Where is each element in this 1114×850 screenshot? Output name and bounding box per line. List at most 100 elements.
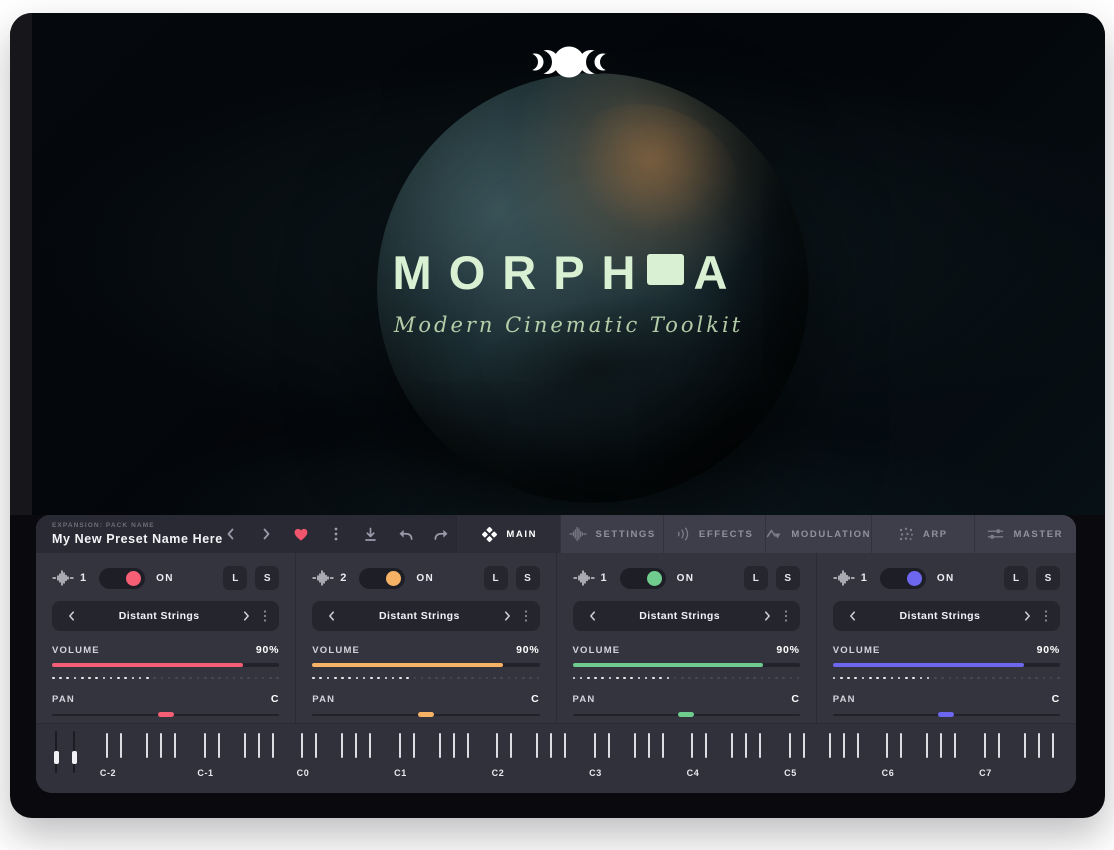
preset-name: My New Preset Name Here (52, 532, 223, 546)
key-tick (272, 733, 274, 758)
channel-strip-3: 1 ON L S Distant Strings VOLUME90% (556, 553, 816, 723)
tab-master[interactable]: MASTER (974, 515, 1076, 553)
key-range-low-slider[interactable] (55, 731, 57, 773)
listen-button[interactable]: L (484, 566, 508, 590)
pan-handle[interactable] (418, 712, 434, 717)
octave-label: C6 (882, 768, 895, 778)
volume-value: 90% (1037, 644, 1060, 656)
key-tick (160, 733, 162, 758)
octave-group: C1 (393, 724, 490, 793)
volume-slider[interactable] (312, 663, 539, 667)
listen-button[interactable]: L (1004, 566, 1028, 590)
preset-menu-icon[interactable] (260, 609, 270, 623)
pan-slider[interactable] (52, 714, 279, 717)
kebab-menu-icon[interactable] (328, 526, 344, 542)
key-tick (634, 733, 636, 758)
volume-slider[interactable] (833, 663, 1060, 667)
channel-header: 1 ON L S (573, 566, 800, 590)
preset-next-icon[interactable] (1019, 608, 1035, 624)
pan-slider[interactable] (833, 714, 1060, 717)
redo-icon[interactable] (433, 526, 449, 542)
key-tick (705, 733, 707, 758)
listen-solo-group: L S (484, 566, 540, 590)
preset-menu-icon[interactable] (781, 609, 791, 623)
volume-label: VOLUME (833, 645, 881, 656)
preset-next-icon[interactable] (238, 608, 254, 624)
preset-next-icon[interactable] (499, 608, 515, 624)
level-meter (573, 677, 800, 680)
channel-preset-selector[interactable]: Distant Strings (833, 601, 1060, 631)
range-handle[interactable] (72, 751, 77, 764)
octave-group: C6 (880, 724, 977, 793)
preset-prev-icon[interactable] (64, 608, 80, 624)
preset-prev-icon[interactable] (585, 608, 601, 624)
preset-prev-icon[interactable] (845, 608, 861, 624)
solo-button[interactable]: S (516, 566, 540, 590)
octave-group: C3 (588, 724, 685, 793)
pan-slider[interactable] (573, 714, 800, 717)
key-tick (940, 733, 942, 758)
pan-value: C (791, 693, 799, 705)
tab-arp[interactable]: ARP (871, 515, 973, 553)
volume-slider[interactable] (52, 663, 279, 667)
channel-on-label: ON (677, 573, 695, 584)
preset-prev-icon[interactable] (324, 608, 340, 624)
previous-preset-icon[interactable] (223, 526, 239, 542)
pan-value: C (531, 693, 539, 705)
channel-preset-selector[interactable]: Distant Strings (573, 601, 800, 631)
key-tick (369, 733, 371, 758)
toolbar: EXPANSION: PACK NAME My New Preset Name … (36, 515, 1076, 553)
tab-effects[interactable]: EFFECTS (663, 515, 765, 553)
key-tick (453, 733, 455, 758)
tab-settings[interactable]: SETTINGS (560, 515, 662, 553)
undo-icon[interactable] (398, 526, 414, 542)
channel-preset-selector[interactable]: Distant Strings (52, 601, 279, 631)
level-meter (833, 677, 1060, 680)
favorite-heart-icon[interactable] (293, 526, 309, 542)
level-meter (52, 677, 279, 680)
key-tick (341, 733, 343, 758)
key-tick (467, 733, 469, 758)
key-tick (594, 733, 596, 758)
solo-button[interactable]: S (255, 566, 279, 590)
solo-button[interactable]: S (1036, 566, 1060, 590)
solo-button[interactable]: S (776, 566, 800, 590)
keyboard-range-strip[interactable]: C-2C-1C0C1C2C3C4C5C6C7 (36, 723, 1076, 793)
channel-on-toggle[interactable] (620, 568, 666, 589)
volume-slider[interactable] (573, 663, 800, 667)
pan-label: PAN (573, 694, 596, 705)
channel-preset-selector[interactable]: Distant Strings (312, 601, 539, 631)
preset-display[interactable]: EXPANSION: PACK NAME My New Preset Name … (36, 522, 223, 546)
tab-modulation[interactable]: MODULATION (765, 515, 871, 553)
volume-label: VOLUME (312, 645, 360, 656)
pan-handle[interactable] (678, 712, 694, 717)
pan-handle[interactable] (158, 712, 174, 717)
expansion-pack-label: EXPANSION: PACK NAME (52, 522, 223, 529)
listen-solo-group: L S (223, 566, 279, 590)
channel-on-toggle[interactable] (359, 568, 405, 589)
key-range-high-slider[interactable] (73, 731, 75, 773)
tab-main[interactable]: MAIN (458, 515, 560, 553)
download-icon[interactable] (363, 526, 379, 542)
channel-on-toggle[interactable] (880, 568, 926, 589)
preset-menu-icon[interactable] (1041, 609, 1051, 623)
channel-header: 2 ON L S (312, 566, 539, 590)
pan-slider[interactable] (312, 714, 539, 717)
pan-handle[interactable] (938, 712, 954, 717)
preset-next-icon[interactable] (759, 608, 775, 624)
range-handle[interactable] (54, 751, 59, 764)
octave-label: C0 (297, 768, 310, 778)
preset-menu-icon[interactable] (521, 609, 531, 623)
channel-on-toggle[interactable] (99, 568, 145, 589)
plugin-window: MORPHA Modern Cinematic Toolkit EXPANSIO… (10, 13, 1105, 818)
channel-number: 1 (601, 572, 607, 584)
listen-button[interactable]: L (223, 566, 247, 590)
listen-button[interactable]: L (744, 566, 768, 590)
hero-left-strip (10, 13, 34, 515)
tab-bar: MAIN SETTINGS EFFECTS MODULATION ARP (458, 515, 1076, 553)
tab-master-label: MASTER (1013, 529, 1063, 540)
next-preset-icon[interactable] (258, 526, 274, 542)
key-tick (886, 733, 888, 758)
brand-subtitle: Modern Cinematic Toolkit (32, 313, 1105, 337)
key-tick (998, 733, 1000, 758)
